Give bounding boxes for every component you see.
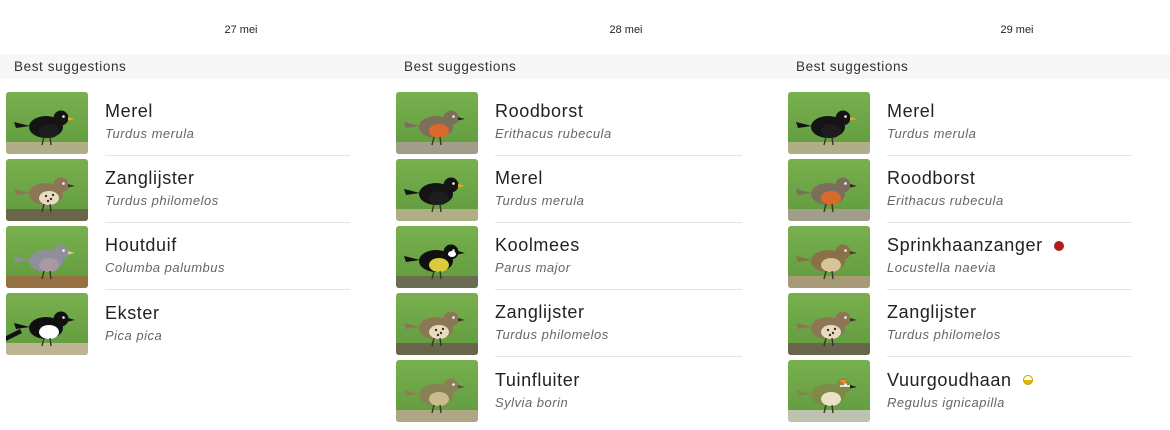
bird-thumbnail — [6, 91, 88, 154]
bird-thumbnail — [6, 292, 88, 355]
suggestion-text: Koolmees Parus major — [495, 223, 742, 290]
scientific-name: Turdus merula — [887, 126, 977, 141]
scientific-name: Locustella naevia — [887, 260, 996, 275]
common-name: Koolmees — [495, 235, 580, 255]
suggestion-text: Tuinfluiter Sylvia borin — [495, 357, 742, 424]
common-name: Merel — [495, 168, 544, 188]
common-name: Ekster — [105, 302, 160, 323]
suggestion-text: Zanglijster Turdus philomelos — [887, 290, 1132, 357]
bird-thumbnail — [396, 158, 478, 221]
scientific-name: Turdus merula — [105, 126, 195, 141]
common-name: Sprinkhaanzanger — [887, 235, 1043, 255]
common-name: Houtduif — [105, 235, 177, 255]
scientific-name: Turdus merula — [495, 193, 585, 208]
day-column: 29 mei Best suggestions Merel Turdus mer… — [782, 0, 1170, 424]
suggestion-text: Roodborst Erithacus rubecula — [887, 156, 1132, 223]
scientific-name: Regulus ignicapilla — [887, 394, 1005, 410]
suggestion-columns: 27 mei Best suggestions Merel Turdus mer… — [0, 0, 1170, 424]
suggestion-item[interactable]: Zanglijster Turdus philomelos — [0, 156, 390, 223]
suggestion-text: Ekster Pica pica — [105, 290, 350, 357]
common-name: Roodborst — [495, 101, 584, 121]
common-name: Merel — [887, 101, 936, 121]
suggestion-item[interactable]: Tuinfluiter Sylvia borin — [390, 357, 782, 424]
scientific-name: Turdus philomelos — [887, 327, 1001, 342]
common-name: Zanglijster — [105, 168, 195, 188]
suggestion-item[interactable]: Vuurgoudhaan Regulus ignicapilla — [782, 357, 1170, 424]
suggestion-text: Roodborst Erithacus rubecula — [495, 89, 742, 156]
suggestion-text: Zanglijster Turdus philomelos — [105, 156, 350, 223]
bird-thumbnail — [788, 359, 870, 422]
suggestion-list: Roodborst Erithacus rubecula Merel Turdu… — [390, 79, 782, 424]
suggestion-item[interactable]: Sprinkhaanzanger Locustella naevia — [782, 223, 1170, 290]
day-column: 28 mei Best suggestions Roodborst Eritha… — [390, 0, 782, 424]
suggestion-item[interactable]: Merel Turdus merula — [390, 156, 782, 223]
bird-thumbnail — [396, 292, 478, 355]
bird-thumbnail — [788, 292, 870, 355]
red-dot-icon — [1053, 240, 1064, 251]
common-name: Vuurgoudhaan — [887, 369, 1012, 390]
scientific-name: Parus major — [495, 260, 571, 275]
common-name: Tuinfluiter — [495, 369, 580, 390]
scientific-name: Pica pica — [105, 327, 163, 343]
common-name: Zanglijster — [887, 302, 977, 322]
date-label: 27 mei — [224, 24, 258, 36]
suggestion-list: Merel Turdus merula Zanglijster Turdus p… — [0, 79, 390, 357]
bird-thumbnail — [396, 225, 478, 288]
day-column: 27 mei Best suggestions Merel Turdus mer… — [0, 0, 390, 424]
suggestion-item[interactable]: Merel Turdus merula — [0, 89, 390, 156]
suggestion-item[interactable]: Roodborst Erithacus rubecula — [390, 89, 782, 156]
suggestion-text: Merel Turdus merula — [495, 156, 742, 223]
scientific-name: Sylvia borin — [495, 394, 569, 410]
bird-thumbnail — [6, 225, 88, 288]
section-header: Best suggestions — [0, 54, 390, 79]
bird-thumbnail — [6, 158, 88, 221]
suggestion-item[interactable]: Zanglijster Turdus philomelos — [390, 290, 782, 357]
suggestion-list: Merel Turdus merula Roodborst Erithacus … — [782, 79, 1170, 424]
bird-thumbnail — [788, 158, 870, 221]
suggestion-item[interactable]: Ekster Pica pica — [0, 290, 390, 357]
common-name: Roodborst — [887, 168, 976, 188]
suggestion-text: Zanglijster Turdus philomelos — [495, 290, 742, 357]
bird-thumbnail — [396, 359, 478, 422]
scientific-name: Erithacus rubecula — [887, 193, 1004, 208]
suggestion-text: Vuurgoudhaan Regulus ignicapilla — [887, 357, 1132, 424]
scientific-name: Columba palumbus — [105, 260, 226, 275]
suggestion-text: Merel Turdus merula — [105, 89, 350, 156]
suggestion-item[interactable]: Houtduif Columba palumbus — [0, 223, 390, 290]
bird-thumbnail — [788, 225, 870, 288]
suggestion-text: Merel Turdus merula — [887, 89, 1132, 156]
bird-thumbnail — [788, 91, 870, 154]
date-label: 28 mei — [609, 24, 643, 36]
suggestion-item[interactable]: Zanglijster Turdus philomelos — [782, 290, 1170, 357]
suggestion-text: Houtduif Columba palumbus — [105, 223, 350, 290]
half-filled-dot-icon — [1022, 375, 1033, 385]
common-name: Merel — [105, 101, 154, 121]
scientific-name: Erithacus rubecula — [495, 126, 612, 141]
suggestion-item[interactable]: Roodborst Erithacus rubecula — [782, 156, 1170, 223]
date-label: 29 mei — [1000, 24, 1034, 36]
section-header: Best suggestions — [782, 54, 1170, 79]
section-header: Best suggestions — [390, 54, 782, 79]
scientific-name: Turdus philomelos — [495, 327, 609, 342]
suggestion-item[interactable]: Merel Turdus merula — [782, 89, 1170, 156]
scientific-name: Turdus philomelos — [105, 193, 219, 208]
suggestion-text: Sprinkhaanzanger Locustella naevia — [887, 223, 1132, 290]
bird-thumbnail — [396, 91, 478, 154]
common-name: Zanglijster — [495, 302, 585, 322]
suggestion-item[interactable]: Koolmees Parus major — [390, 223, 782, 290]
